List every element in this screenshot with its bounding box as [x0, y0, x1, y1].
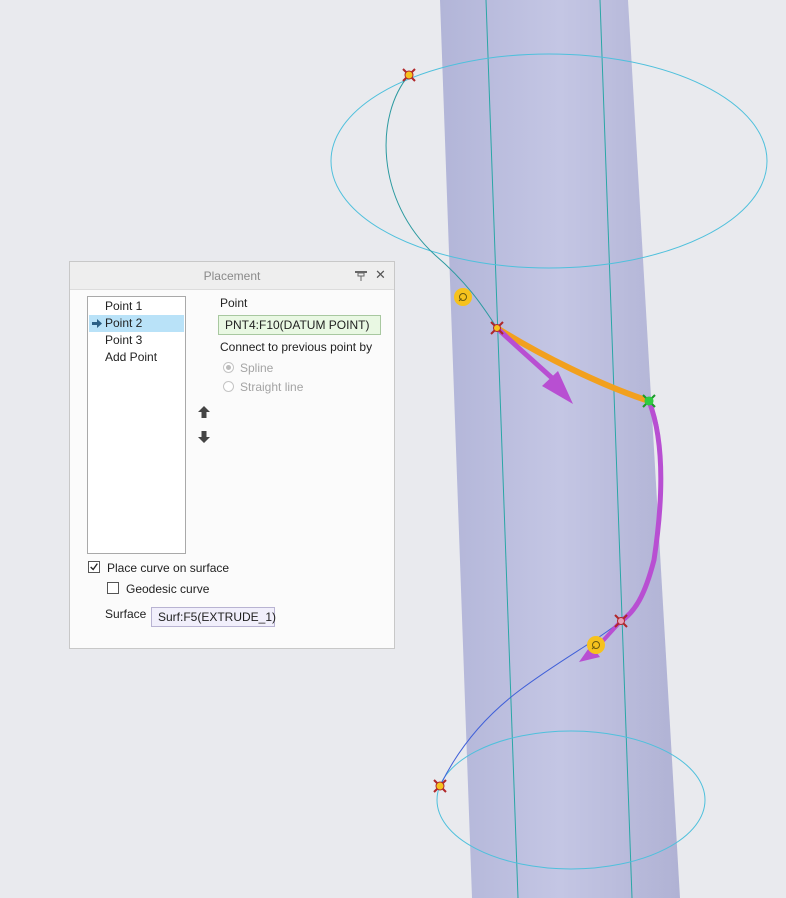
point-list-item-label: Point 2 — [105, 316, 143, 330]
surface-label: Surface — [105, 607, 147, 621]
point-list-item-3[interactable]: Point 3 — [89, 332, 184, 349]
close-icon[interactable]: ✕ — [375, 268, 386, 282]
datum-point-marker-1[interactable] — [402, 68, 416, 82]
straight-line-label: Straight line — [240, 380, 304, 394]
point-list[interactable]: Point 1 Point 2 Point 3 Add Point — [87, 296, 186, 554]
point-list-item-2[interactable]: Point 2 — [89, 315, 184, 332]
active-point-marker[interactable] — [642, 394, 656, 408]
tangent-drag-handle-1[interactable] — [454, 288, 472, 306]
datum-point-marker-4[interactable] — [433, 779, 447, 793]
placement-panel: Placement ✕ Point 1 Point 2 Point 3 Add … — [69, 261, 395, 649]
spline-radio[interactable] — [223, 362, 234, 373]
current-item-arrow-icon — [92, 319, 102, 328]
point-list-item-1[interactable]: Point 1 — [89, 298, 184, 315]
tangent-drag-handle-2[interactable] — [587, 636, 605, 654]
place-on-surface-label: Place curve on surface — [107, 561, 230, 575]
point-reference-field[interactable]: PNT4:F10(DATUM POINT) — [218, 315, 381, 335]
place-on-surface-checkbox[interactable] — [88, 561, 100, 573]
panel-header[interactable]: Placement ✕ — [70, 262, 394, 290]
checkmark-icon — [90, 563, 98, 571]
pin-icon[interactable] — [355, 270, 367, 282]
move-up-button[interactable] — [197, 405, 211, 419]
add-point-item[interactable]: Add Point — [89, 349, 184, 366]
surface-reference-field[interactable]: Surf:F5(EXTRUDE_1) — [151, 607, 276, 627]
straight-line-radio[interactable] — [223, 381, 234, 392]
point-label: Point — [220, 296, 248, 310]
geodesic-label: Geodesic curve — [126, 582, 210, 596]
spline-label: Spline — [240, 361, 274, 375]
geodesic-checkbox[interactable] — [107, 582, 119, 594]
cylinder-surface[interactable] — [440, 0, 680, 898]
panel-title: Placement — [203, 269, 261, 283]
connect-label: Connect to previous point by — [220, 340, 373, 354]
move-down-button[interactable] — [197, 430, 211, 444]
